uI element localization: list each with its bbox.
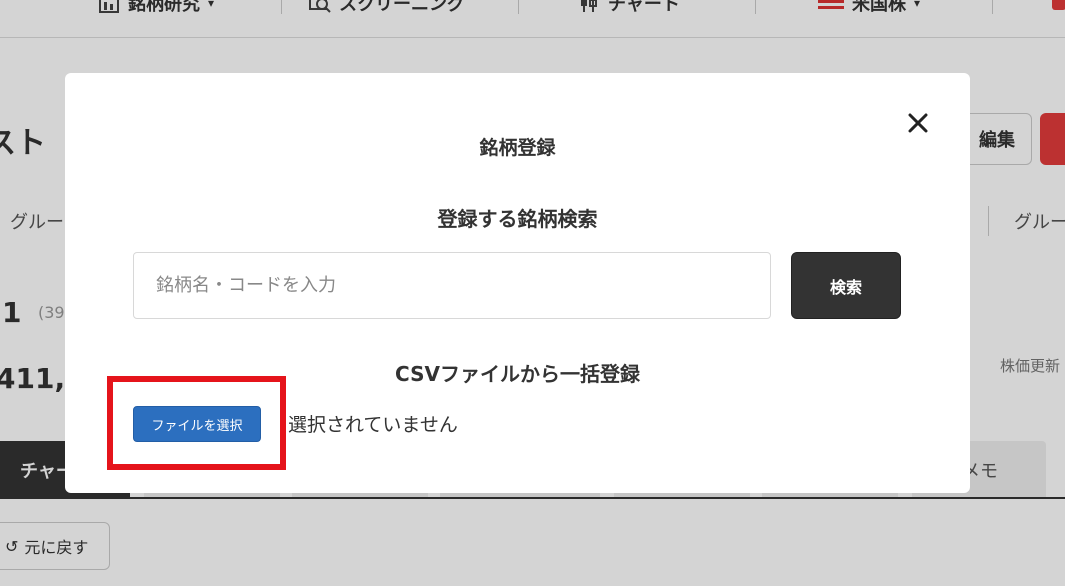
csv-section-title: CSVファイルから一括登録 [395, 362, 640, 386]
file-status-text: 選択されていません [288, 414, 458, 436]
search-button[interactable]: 検索 [791, 252, 901, 319]
stock-search-input[interactable] [133, 252, 771, 319]
search-section-title: 登録する銘柄検索 [437, 207, 598, 231]
stock-registration-modal: 銘柄登録 登録する銘柄検索 検索 CSVファイルから一括登録 ファイルを選択 選… [65, 73, 970, 493]
modal-title: 銘柄登録 [479, 137, 556, 159]
choose-file-button[interactable]: ファイルを選択 [133, 406, 261, 442]
